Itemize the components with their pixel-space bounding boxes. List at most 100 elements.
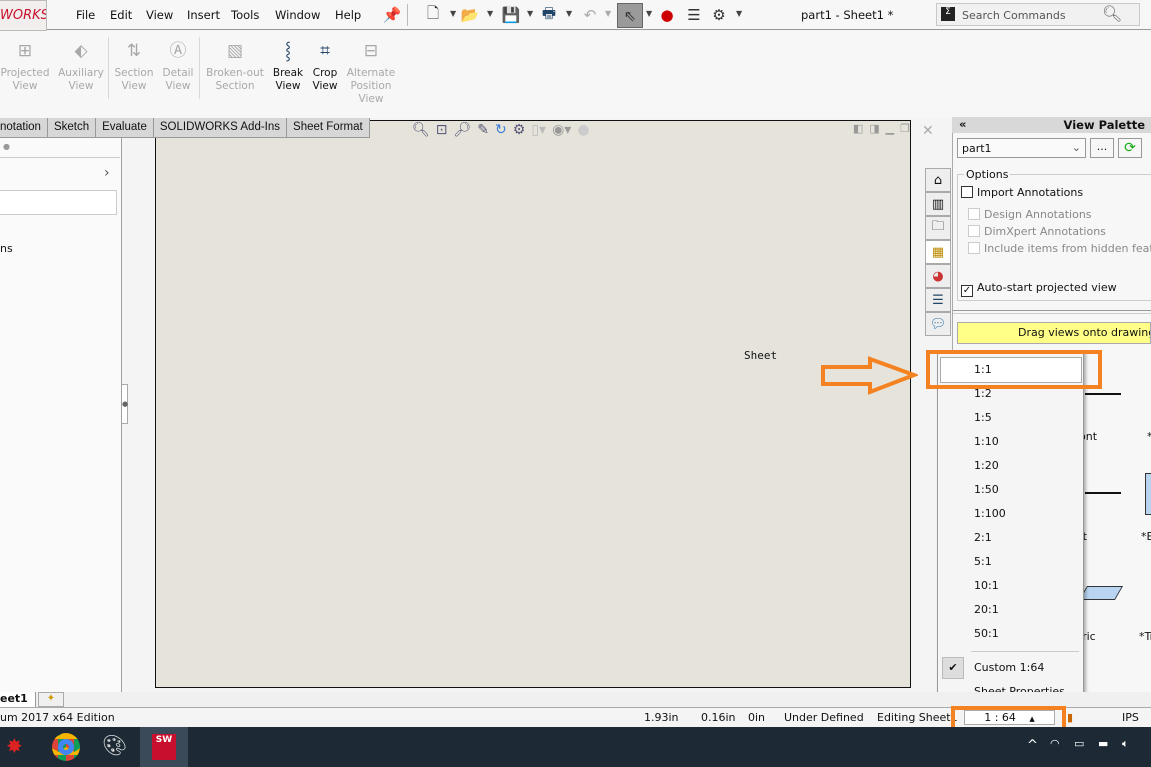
projected-view-button[interactable]: ⊞ Projected View (0, 43, 50, 93)
chevron-down-icon[interactable]: ▼ (566, 9, 572, 18)
add-sheet-icon[interactable]: ✦ (38, 692, 64, 707)
alternate-position-view-button[interactable]: ⊟ Alternate Position View (344, 43, 398, 106)
refresh-icon[interactable]: ⟳ (1118, 138, 1142, 158)
part-select[interactable]: part1 ⌄ (957, 138, 1086, 158)
menu-file[interactable]: File (76, 8, 95, 22)
custom-properties-icon[interactable]: ☰ (925, 288, 951, 312)
tab-solidworks-add-ins[interactable]: SOLIDWORKS Add-Ins (154, 118, 288, 138)
save-icon[interactable]: 💾 (502, 5, 521, 25)
chevron-down-icon[interactable]: ▼ (487, 9, 493, 18)
detail-view-button[interactable]: Ⓐ Detail View (160, 43, 196, 93)
browse-button[interactable]: ... (1090, 138, 1114, 158)
view-palette-icon[interactable]: ▦ (925, 240, 951, 264)
scale-option-20-1[interactable]: 20:1 (974, 603, 999, 616)
design-library-icon[interactable]: ▥ (925, 192, 951, 216)
drawing-sheet[interactable] (155, 120, 911, 688)
chevron-down-icon[interactable]: ▼ (450, 9, 456, 18)
import-annotations-checkbox[interactable]: Import Annotations (961, 186, 1083, 199)
open-icon[interactable]: 📂 (461, 5, 480, 25)
scale-option-1-20[interactable]: 1:20 (974, 459, 999, 472)
collapse-handle[interactable]: ● (122, 384, 128, 424)
menu-tools[interactable]: Tools (231, 8, 259, 22)
tree-filter-field[interactable] (0, 190, 117, 215)
solidworks-taskbar-button[interactable]: SW (140, 727, 188, 767)
home-icon[interactable]: ⌂ (925, 168, 951, 192)
break-view-button[interactable]: ⸾ Break View (270, 43, 306, 93)
close-icon[interactable]: ✕ (922, 123, 934, 139)
appearance-icon[interactable]: ● (577, 122, 589, 142)
file-properties-icon[interactable]: ☰ (685, 5, 703, 25)
app-icon[interactable]: ✸ (6, 734, 23, 758)
rebuild-icon[interactable]: ↻ (495, 122, 507, 142)
tab-annotation[interactable]: notation (0, 118, 48, 138)
volume-icon[interactable]: 🔈︎ (1122, 737, 1129, 751)
menu-help[interactable]: Help (335, 8, 361, 22)
unit-system[interactable]: IPS (1122, 711, 1139, 724)
previous-sheet-icon[interactable]: ◧ (853, 122, 863, 142)
undo-icon[interactable]: ↶ (581, 5, 599, 25)
checkbox[interactable] (968, 208, 980, 220)
menu-window[interactable]: Window (275, 8, 320, 22)
chevron-down-icon[interactable]: ▼ (646, 9, 652, 18)
restore-icon[interactable]: ❐ (900, 122, 910, 142)
tree-item-text[interactable]: ns (0, 242, 13, 255)
search-icon[interactable]: 🔍︎ (1102, 4, 1122, 23)
chevron-down-icon[interactable]: ▼ (527, 9, 533, 18)
battery-icon[interactable]: ▬ (1098, 737, 1108, 750)
section-view-button[interactable]: ⇅ Section View (112, 43, 156, 93)
scale-option-1-100[interactable]: 1:100 (974, 507, 1006, 520)
folder-icon[interactable]: 🗀 (925, 216, 951, 240)
menu-view[interactable]: View (146, 8, 173, 22)
scale-option-1-50[interactable]: 1:50 (974, 483, 999, 496)
device-icon[interactable]: ▭ (1074, 737, 1084, 750)
menu-edit[interactable]: Edit (110, 8, 132, 22)
chevron-right-icon[interactable]: › (104, 165, 110, 181)
scale-option-2-1[interactable]: 2:1 (974, 531, 992, 544)
menu-insert[interactable]: Insert (187, 8, 220, 22)
checkbox[interactable] (968, 242, 980, 254)
pin-icon[interactable]: 📌 (383, 5, 402, 25)
scale-option-10-1[interactable]: 10:1 (974, 579, 999, 592)
appearances-icon[interactable]: ◕ (925, 264, 951, 288)
rebuild-traffic-light-icon[interactable]: ● (658, 5, 676, 25)
checkmark-icon[interactable]: ✓ (961, 285, 973, 297)
design-annotations-checkbox[interactable]: Design Annotations (968, 208, 1092, 221)
chevron-up-icon[interactable]: ^ (1027, 738, 1038, 753)
scale-option-1-10[interactable]: 1:10 (974, 435, 999, 448)
sheet-tab[interactable]: eet1 (0, 692, 36, 707)
zoom-in-out-icon[interactable]: 🔎︎ (454, 122, 472, 142)
filter-icon[interactable]: ● (0, 142, 120, 158)
dimxpert-annotations-checkbox[interactable]: DimXpert Annotations (968, 225, 1106, 238)
hide-show-icon[interactable]: ◉▾ (552, 122, 571, 142)
scale-option-5-1[interactable]: 5:1 (974, 555, 992, 568)
tab-sketch[interactable]: Sketch (48, 118, 97, 138)
minimize-icon[interactable]: ▁ (886, 122, 894, 142)
next-sheet-icon[interactable]: ◨ (869, 122, 879, 142)
include-hidden-features-checkbox[interactable]: Include items from hidden features (968, 242, 1151, 255)
zoom-to-fit-icon[interactable]: 🔍︎ (412, 122, 430, 142)
splitter[interactable] (953, 310, 1151, 314)
search-commands-input[interactable]: Σ Search Commands 🔍︎ (936, 3, 1140, 26)
auto-start-projected-view-checkbox[interactable]: ✓ Auto-start projected view (961, 281, 1117, 297)
checkbox[interactable] (968, 225, 980, 237)
tab-evaluate[interactable]: Evaluate (96, 118, 154, 138)
new-document-icon[interactable]: 🗋 (424, 4, 442, 25)
panel-splitter[interactable]: ● (122, 138, 155, 692)
previous-view-icon[interactable]: ✎ (477, 122, 489, 142)
chevron-down-icon[interactable]: ▼ (605, 9, 611, 18)
select-pointer-icon[interactable]: ⇖ (617, 3, 643, 28)
auxiliary-view-button[interactable]: ⬖ Auxiliary View (56, 43, 106, 93)
zoom-to-area-icon[interactable]: ⊡ (436, 122, 448, 142)
scale-option-custom[interactable]: Custom 1:64 (974, 661, 1044, 674)
view-orientation-icon[interactable]: ▯▾ (531, 122, 546, 142)
crop-view-button[interactable]: ⌗ Crop View (308, 43, 342, 93)
scale-option-50-1[interactable]: 50:1 (974, 627, 999, 640)
scale-option-1-5[interactable]: 1:5 (974, 411, 992, 424)
wifi-icon[interactable]: ◠ (1050, 737, 1060, 750)
forum-icon[interactable]: 💬︎ (925, 312, 951, 336)
collapse-panel-icon[interactable]: « (959, 117, 966, 131)
gear-icon[interactable]: ⚙ (710, 5, 728, 25)
broken-out-section-button[interactable]: ▧ Broken-out Section (203, 43, 267, 93)
chrome-icon[interactable] (52, 733, 80, 761)
chevron-down-icon[interactable]: ▼ (736, 9, 742, 18)
